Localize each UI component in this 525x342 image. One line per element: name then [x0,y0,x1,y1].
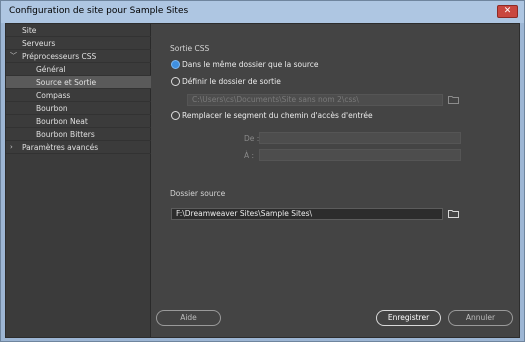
dialog-body: Site Serveurs ﹀ Préprocesseurs CSS Généra… [5,23,520,338]
sidebar-item-bourbon-neat[interactable]: Bourbon Neat [6,115,151,128]
sidebar-item-label: Compass [36,91,71,100]
close-button[interactable]: ✕ [497,5,518,18]
sidebar-item-compass[interactable]: Compass [6,89,151,102]
folder-icon[interactable] [448,95,459,104]
category-sidebar: Site Serveurs ﹀ Préprocesseurs CSS Généra… [6,24,151,337]
sidebar-item-site[interactable]: Site [6,24,151,37]
sidebar-item-label: Source et Sortie [36,78,97,87]
cancel-button[interactable]: Annuler [448,310,513,326]
help-button[interactable]: Aide [156,310,221,326]
title-bar[interactable]: Configuration de site pour Sample Sites … [1,1,524,23]
save-button[interactable]: Enregistrer [376,310,441,326]
replace-to-field[interactable] [259,149,461,161]
site-configuration-dialog: Configuration de site pour Sample Sites … [0,0,525,342]
source-folder-field[interactable]: F:\Dreamweaver Sites\Sample Sites\ [171,208,443,220]
sidebar-item-bourbon-bitters[interactable]: Bourbon Bitters [6,128,151,141]
output-folder-field[interactable]: C:\Users\cs\Documents\Site sans nom 2\cs… [187,94,443,106]
radio-button[interactable] [171,77,180,86]
radio-same-folder[interactable]: Dans le même dossier que la source [171,60,319,69]
sidebar-item-label: Bourbon Bitters [36,130,95,139]
replace-to-label: À : [244,151,255,160]
sidebar-item-label: Serveurs [22,39,56,48]
close-icon: ✕ [503,6,512,16]
sidebar-item-label: Bourbon Neat [36,117,88,126]
chevron-down-icon[interactable]: ﹀ [10,50,17,63]
sidebar-item-general[interactable]: Général [6,63,151,76]
sidebar-item-label: Bourbon [36,104,68,113]
folder-icon[interactable] [448,209,459,218]
chevron-right-icon[interactable]: › [10,141,13,154]
source-folder-section-label: Dossier source [170,189,226,198]
radio-replace-path-segment[interactable]: Remplacer le segment du chemin d'accès d… [171,111,373,120]
replace-from-label: De : [244,134,260,143]
sidebar-item-servers[interactable]: Serveurs [6,37,151,50]
sidebar-item-label: Paramètres avancés [22,143,99,152]
sidebar-item-label: Site [22,26,37,35]
window-title: Configuration de site pour Sample Sites [9,6,189,16]
radio-button-checked[interactable] [171,60,180,69]
sidebar-item-source-output[interactable]: Source et Sortie [6,76,151,89]
replace-from-field[interactable] [259,132,461,144]
radio-button[interactable] [171,111,180,120]
sidebar-item-css-preprocessors[interactable]: ﹀ Préprocesseurs CSS [6,50,151,63]
css-output-section-label: Sortie CSS [170,44,210,53]
sidebar-item-bourbon[interactable]: Bourbon [6,102,151,115]
sidebar-item-label: Général [36,65,66,74]
radio-set-output-folder[interactable]: Définir le dossier de sortie [171,77,281,86]
radio-label: Remplacer le segment du chemin d'accès d… [182,111,373,120]
radio-label: Définir le dossier de sortie [182,77,281,86]
sidebar-item-advanced-settings[interactable]: › Paramètres avancés [6,141,151,154]
radio-label: Dans le même dossier que la source [182,60,319,69]
sidebar-item-label: Préprocesseurs CSS [22,52,97,61]
